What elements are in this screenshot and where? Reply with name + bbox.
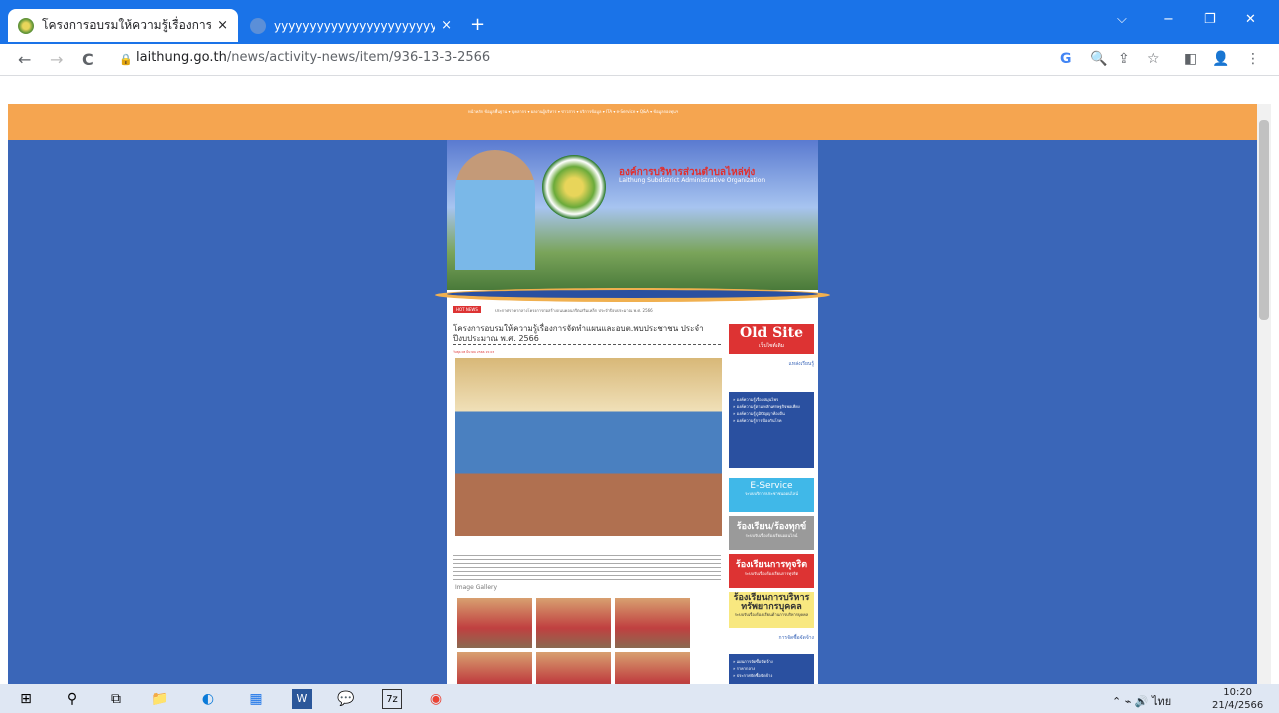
tab-close-icon[interactable]: × — [441, 18, 452, 33]
hot-news-ticker[interactable]: ประกาศราคากลางโครงการก่อสร้างถนนคอนกรีตเ… — [495, 307, 653, 314]
page-viewport: หน้าหลัก ข้อมูลพื้นฐาน ▾ บุคลากร ▾ ผลงาน… — [0, 76, 1279, 702]
news-main-photo — [455, 358, 722, 536]
tab-active[interactable]: โครงการอบรมให้ความรู้เรื่องการจัดทำแ × — [8, 9, 238, 42]
close-window-button[interactable]: ✕ — [1245, 12, 1256, 27]
mayor-photo — [455, 150, 535, 270]
scrollbar[interactable] — [1257, 104, 1271, 684]
tab-title: yyyyyyyyyyyyyyyyyyyyyyyyyyyyyyyy — [274, 18, 436, 33]
complaint-sub: ระบบรับเรื่องร้องเรียนออนไลน์ — [745, 533, 798, 538]
zoom-icon[interactable]: 🔍 — [1090, 51, 1107, 67]
procurement-link[interactable]: » ราคากลาง — [733, 665, 810, 672]
site-favicon-icon — [18, 17, 34, 34]
bookmark-star-icon[interactable]: ☆ — [1147, 51, 1160, 67]
complaint-banner[interactable]: ร้องเรียน/ร้องทุกข์ ระบบรับเรื่องร้องเรีย… — [729, 516, 814, 550]
address-bar-row: ← → C 🔒 laithung.go.th/news/activity-new… — [0, 44, 1279, 76]
news-date: วันพุธ 08 มีนาคม 2566 15:03 — [453, 350, 495, 354]
eservice-sub: ระบบบริการประชาชนออนไลน์ — [745, 491, 798, 496]
system-tray[interactable]: ⌃ ⌁ 🔊 ไทย — [1112, 692, 1171, 710]
search-icon[interactable]: ⚲ — [62, 689, 82, 709]
site-container: องค์การบริหารส่วนตำบลไหล่ทุ่ง Laithung S… — [435, 140, 830, 702]
scrollbar-thumb[interactable] — [1259, 120, 1269, 320]
forward-button[interactable]: → — [50, 50, 63, 69]
site-banner: องค์การบริหารส่วนตำบลไหล่ทุ่ง Laithung S… — [447, 140, 818, 290]
old-site-label: Old Site — [740, 325, 803, 341]
complaint-label: ร้องเรียน/ร้องทุกข์ — [736, 522, 807, 532]
word-icon[interactable]: W — [292, 689, 312, 709]
reload-button[interactable]: C — [82, 50, 94, 69]
corruption-sub: ระบบรับเรื่องร้องเรียนการทุจริต — [744, 571, 799, 576]
task-view-icon[interactable]: ⧉ — [106, 689, 126, 709]
line-icon[interactable]: 💬 — [336, 689, 356, 709]
procurement-heading: การจัดซื้อจัดจ้าง — [778, 635, 814, 641]
share-icon[interactable]: ⇪ — [1118, 51, 1130, 67]
tab-title: โครงการอบรมให้ความรู้เรื่องการจัดทำแ — [42, 18, 212, 32]
url-path: /news/activity-news/item/936-13-3-2566 — [226, 50, 491, 65]
menu-kebab-icon[interactable]: ⋮ — [1246, 51, 1260, 67]
taskbar: ⊞ ⚲ ⧉ 📁 ◐ ▦ W 💬 7z ◉ ⌃ ⌁ 🔊 ไทย 10:20 21/4… — [0, 684, 1279, 713]
app-icon[interactable]: ▦ — [246, 689, 266, 709]
eservice-label: E-Service — [750, 481, 793, 491]
profile-icon[interactable]: 👤 — [1212, 51, 1229, 67]
google-translate-icon[interactable]: G — [1060, 51, 1072, 67]
new-tab-button[interactable]: + — [470, 14, 485, 35]
clock-date: 21/4/2566 — [1212, 700, 1264, 711]
old-site-sub: เว็บไซต์เดิม — [758, 343, 785, 349]
url-field[interactable]: laithung.go.th/news/activity-news/item/9… — [136, 50, 490, 65]
gallery-image[interactable] — [457, 598, 532, 648]
restore-button[interactable]: ❐ — [1204, 12, 1216, 27]
hr-complaint-banner[interactable]: ร้องเรียนการบริหาร ทรัพยากรบุคคล ระบบรับเ… — [729, 592, 814, 628]
procurement-link[interactable]: » แผนการจัดซื้อจัดจ้าง — [733, 658, 810, 665]
gallery-title: Image Gallery — [455, 584, 498, 591]
eservice-banner[interactable]: E-Service ระบบบริการประชาชนออนไลน์ — [729, 478, 814, 512]
file-explorer-icon[interactable]: 📁 — [150, 689, 170, 709]
7zip-icon[interactable]: 7z — [382, 689, 402, 709]
knowledge-links: » องค์ความรู้เรื่องสมุนไพร » องค์ความรู้… — [729, 392, 814, 468]
corruption-label: ร้องเรียนการทุจริต — [735, 560, 808, 570]
start-icon[interactable]: ⊞ — [16, 689, 36, 709]
globe-icon — [250, 17, 266, 34]
hr-sub: ระบบรับเรื่องร้องเรียนด้านการบริหารบุคคล — [734, 612, 809, 617]
procurement-link[interactable]: » ประกาศจัดซื้อจัดจ้าง — [733, 672, 810, 679]
url-host: laithung.go.th — [136, 50, 227, 65]
org-name-en: Laithung Subdistrict Administrative Orga… — [619, 177, 766, 184]
news-body-text — [453, 552, 721, 580]
banner-wave-blue — [447, 290, 818, 298]
hot-news-label: HOT NEWS — [453, 306, 481, 313]
tab-close-icon[interactable]: × — [217, 18, 228, 33]
tab-search-icon[interactable]: ⌵ — [1117, 12, 1127, 27]
site-main-menu[interactable]: หน้าหลัก ข้อมูลพื้นฐาน ▾ บุคลากร ▾ ผลงาน… — [468, 107, 768, 116]
org-seal-icon — [542, 155, 606, 219]
knowledge-link[interactable]: » องค์ความรู้การป้องกันโรค — [733, 417, 810, 424]
gallery-image[interactable] — [536, 598, 611, 648]
knowledge-link[interactable]: » องค์ความรู้ตามหลักเศรษฐกิจพอเพียง — [733, 403, 810, 410]
clock[interactable]: 10:20 21/4/2566 — [1212, 686, 1263, 712]
knowledge-heading: แหล่งเรียนรู้ — [788, 361, 814, 367]
corruption-complaint-banner[interactable]: ร้องเรียนการทุจริต ระบบรับเรื่องร้องเรียน… — [729, 554, 814, 588]
minimize-button[interactable]: − — [1163, 12, 1174, 27]
tab-bar: โครงการอบรมให้ความรู้เรื่องการจัดทำแ × y… — [0, 0, 1279, 44]
knowledge-link[interactable]: » องค์ความรู้เรื่องสมุนไพร — [733, 396, 810, 403]
chrome-icon[interactable]: ◉ — [426, 689, 446, 709]
lock-icon: 🔒 — [119, 53, 133, 66]
tab-inactive[interactable]: yyyyyyyyyyyyyyyyyyyyyyyyyyyyyyyy × — [240, 9, 462, 42]
knowledge-link[interactable]: » องค์ความรู้ภูมิปัญญาท้องถิ่น — [733, 410, 810, 417]
hr-label: ร้องเรียนการบริหาร ทรัพยากรบุคคล — [733, 593, 810, 612]
back-button[interactable]: ← — [18, 50, 31, 69]
news-title: โครงการอบรมให้ความรู้เรื่องการจัดทำแผนแล… — [453, 324, 721, 345]
gallery-image[interactable] — [615, 598, 690, 648]
old-site-banner[interactable]: Old Site เว็บไซต์เดิม — [729, 324, 814, 354]
side-panel-icon[interactable]: ◧ — [1184, 51, 1197, 67]
edge-icon[interactable]: ◐ — [198, 689, 218, 709]
clock-time: 10:20 — [1223, 687, 1253, 698]
